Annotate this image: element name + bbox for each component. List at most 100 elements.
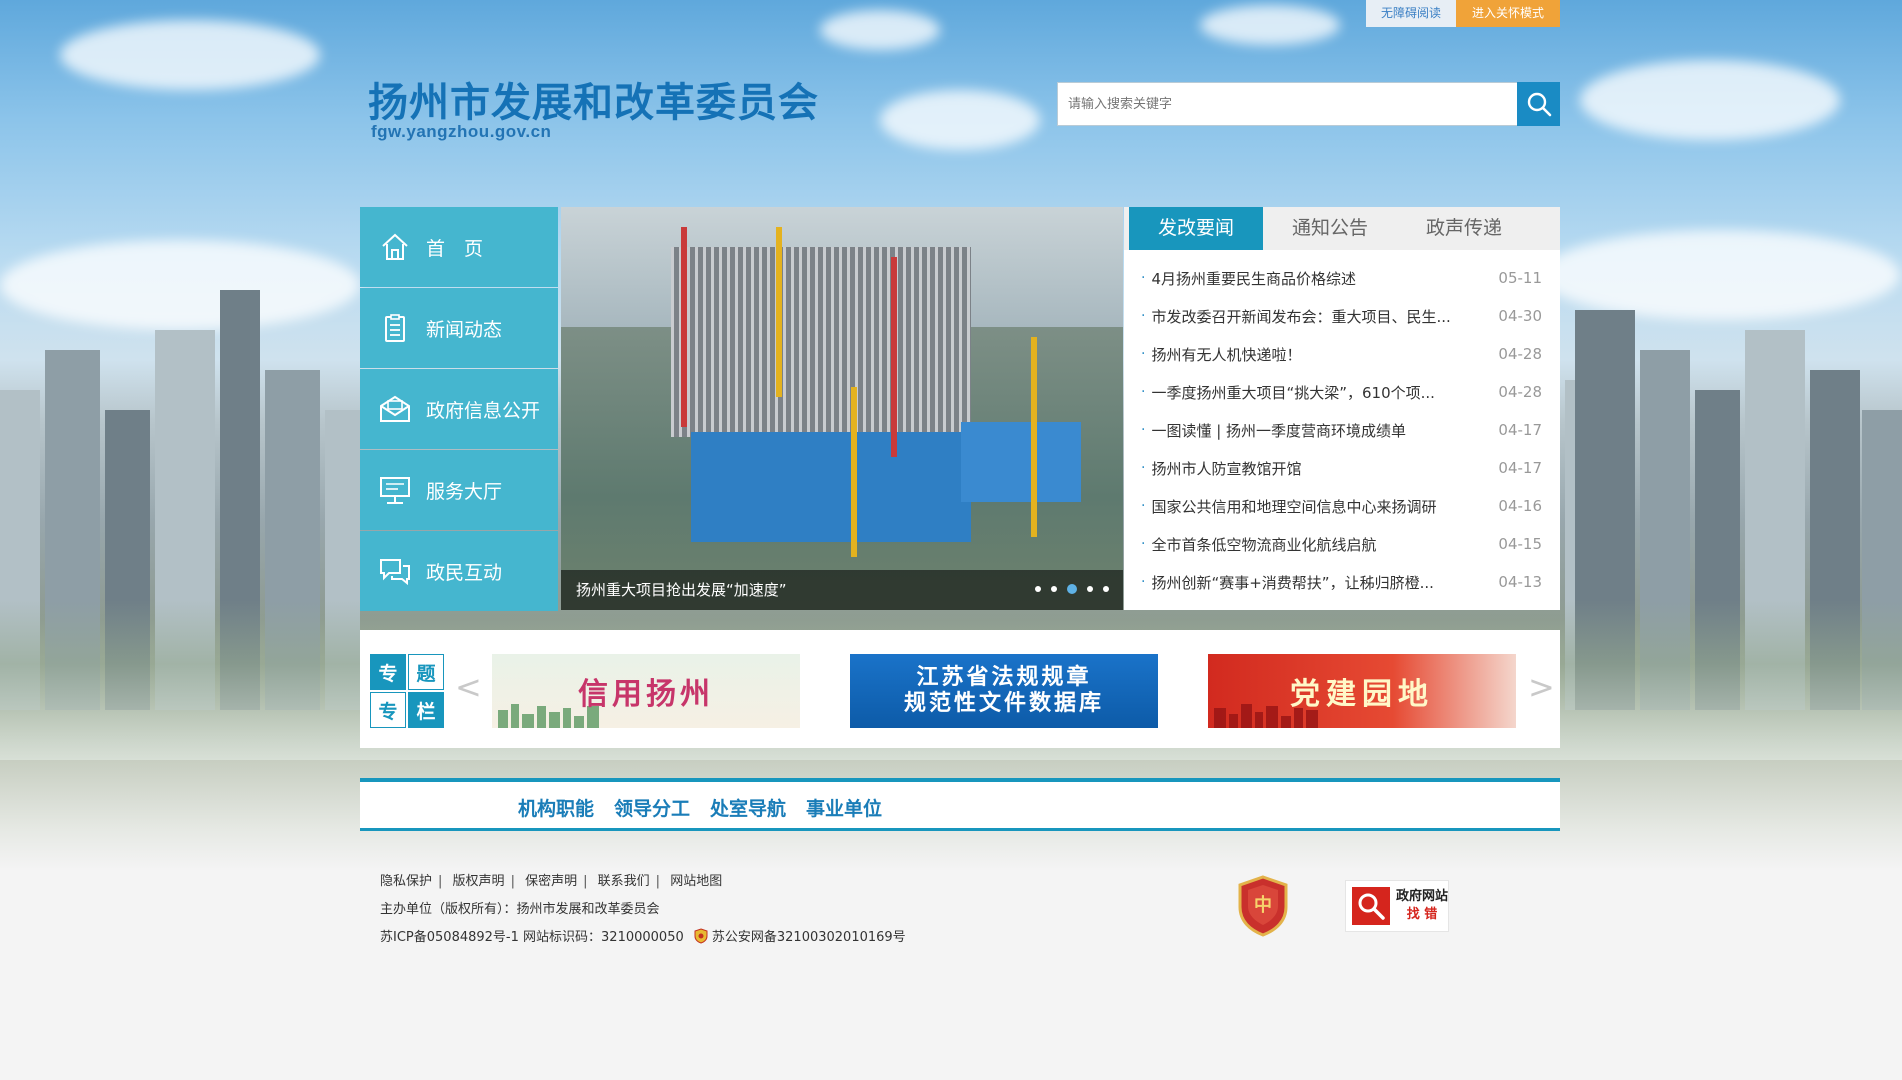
news-list: · 4月扬州重要民生商品价格综述 05-11 · 市发改委召开新闻发布会：重大项目、民… — [1124, 250, 1560, 601]
footer-link-copyright[interactable]: 版权声明 — [453, 874, 505, 889]
banner-party-building[interactable]: 党建园地 — [1208, 654, 1516, 728]
news-title[interactable]: 一季度扬州重大项目“挑大梁”，610个项... — [1151, 382, 1496, 403]
news-date: 04-17 — [1498, 459, 1542, 477]
slider-image-building — [691, 432, 971, 542]
bullet-icon: · — [1141, 422, 1146, 438]
banner-credit-label: 信用扬州 — [578, 677, 714, 712]
news-item[interactable]: · 扬州市人防宣教馆开馆 04-17 — [1141, 449, 1542, 487]
tab-notices[interactable]: 通知公告 — [1263, 207, 1397, 250]
care-mode-button[interactable]: 进入关怀模式 — [1456, 0, 1560, 27]
find-error-badge[interactable]: 政府网站 找 错 — [1345, 880, 1449, 932]
banner-laws-database[interactable]: 江苏省法规规章 规范性文件数据库 — [850, 654, 1158, 728]
footer-sponsor: 主办单位（版权所有）：扬州市发展和改革委员会 — [380, 902, 660, 917]
slider-image-building — [961, 422, 1081, 502]
nav-item-news[interactable]: 新闻动态 — [360, 288, 558, 368]
news-title[interactable]: 一图读懂 | 扬州一季度营商环境成绩单 — [1151, 420, 1496, 441]
accessible-reading-button[interactable]: 无障碍阅读 — [1366, 0, 1456, 27]
news-item[interactable]: · 国家公共信用和地理空间信息中心来扬调研 04-16 — [1141, 487, 1542, 525]
news-slider[interactable]: 扬州重大项目抢出发展“加速度” — [561, 207, 1123, 610]
slider-image-crane — [891, 257, 897, 457]
news-title[interactable]: 扬州有无人机快递啦！ — [1151, 344, 1496, 365]
nav-item-gov-info[interactable]: 政府信息公开 — [360, 369, 558, 449]
news-title[interactable]: 扬州市人防宣教馆开馆 — [1151, 458, 1496, 479]
news-title[interactable]: 扬州创新“赛事+消费帮扶”，让秭归脐橙... — [1151, 572, 1496, 593]
bullet-icon: · — [1141, 270, 1146, 286]
next-arrow-icon[interactable]: > — [1528, 668, 1555, 706]
news-item[interactable]: · 全市首条低空物流商业化航线启航 04-15 — [1141, 525, 1542, 563]
find-error-line1: 政府网站 — [1396, 889, 1449, 904]
cloud — [60, 20, 320, 90]
news-item[interactable]: · 市发改委召开新闻发布会：重大项目、民生... 04-30 — [1141, 297, 1542, 335]
topics-badge-char: 题 — [408, 654, 444, 690]
prev-arrow-icon[interactable]: < — [455, 668, 482, 706]
find-error-line2: 找 错 — [1406, 907, 1438, 922]
search-button[interactable] — [1517, 82, 1560, 126]
home-icon — [378, 230, 412, 264]
link-org-functions[interactable]: 机构职能 — [518, 794, 594, 821]
footer-records: 苏ICP备05084892号-1 网站标识码：3210000050 苏公安网备3… — [380, 924, 906, 952]
slider-image-crane — [681, 227, 687, 427]
news-date: 04-15 — [1498, 535, 1542, 553]
tab-policy-voice[interactable]: 政声传递 — [1397, 207, 1531, 250]
magnifier-icon — [1352, 887, 1390, 925]
nav-item-label: 首 页 — [426, 237, 484, 260]
search-input[interactable] — [1058, 83, 1517, 125]
news-title[interactable]: 4月扬州重要民生商品价格综述 — [1151, 268, 1496, 289]
slider-dot[interactable] — [1035, 586, 1041, 592]
slider-dot[interactable] — [1087, 586, 1093, 592]
separator: | — [583, 874, 588, 889]
bullet-icon: · — [1141, 384, 1146, 400]
banner-laws-line2: 规范性文件数据库 — [903, 691, 1104, 716]
footer-link-contact[interactable]: 联系我们 — [598, 874, 650, 889]
news-title[interactable]: 国家公共信用和地理空间信息中心来扬调研 — [1151, 496, 1496, 517]
news-title[interactable]: 全市首条低空物流商业化航线启航 — [1151, 534, 1496, 555]
slider-dot-active[interactable] — [1067, 584, 1077, 594]
news-title[interactable]: 市发改委召开新闻发布会：重大项目、民生... — [1151, 306, 1496, 327]
footer-link-privacy[interactable]: 隐私保护 — [380, 874, 432, 889]
nav-item-home[interactable]: 首 页 — [360, 207, 558, 287]
news-date: 04-13 — [1498, 573, 1542, 591]
news-item[interactable]: · 4月扬州重要民生商品价格综述 05-11 — [1141, 259, 1542, 297]
link-public-institutions[interactable]: 事业单位 — [806, 794, 882, 821]
news-tabs: 发改要闻 通知公告 政声传递 — [1124, 207, 1560, 250]
find-error-text: 政府网站 找 错 — [1396, 888, 1448, 924]
monitor-icon — [378, 473, 412, 507]
separator: | — [438, 874, 443, 889]
topics-badge: 专 题 专 栏 — [370, 654, 444, 728]
tab-development-news[interactable]: 发改要闻 — [1129, 207, 1263, 250]
news-date: 04-28 — [1498, 383, 1542, 401]
news-date: 04-17 — [1498, 421, 1542, 439]
news-item[interactable]: · 扬州有无人机快递啦！ 04-28 — [1141, 335, 1542, 373]
link-leader-division[interactable]: 领导分工 — [614, 794, 690, 821]
police-record[interactable]: 苏公安网备32100302010169号 — [712, 930, 906, 945]
slider-dot[interactable] — [1103, 586, 1109, 592]
cloud — [1580, 60, 1840, 140]
site-code: 网站标识码：3210000050 — [523, 930, 684, 945]
slider-dot[interactable] — [1051, 586, 1057, 592]
news-item[interactable]: · 一季度扬州重大项目“挑大梁”，610个项... 04-28 — [1141, 373, 1542, 411]
site-title[interactable]: 扬州市发展和改革委员会 — [368, 70, 819, 128]
news-date: 04-16 — [1498, 497, 1542, 515]
quick-links: 机构职能 领导分工 处室导航 事业单位 — [518, 794, 882, 821]
banner-laws-line1: 江苏省法规规章 — [916, 665, 1092, 690]
nav-item-service-hall[interactable]: 服务大厅 — [360, 450, 558, 530]
police-badge-icon — [694, 928, 708, 944]
nav-item-interaction[interactable]: 政民互动 — [360, 531, 558, 611]
bullet-icon: · — [1141, 308, 1146, 324]
search-icon — [1527, 92, 1551, 117]
news-date: 05-11 — [1498, 269, 1542, 287]
site-domain: fgw.yangzhou.gov.cn — [371, 122, 552, 141]
link-department-nav[interactable]: 处室导航 — [710, 794, 786, 821]
envelope-icon — [378, 392, 412, 426]
footer-link-sitemap[interactable]: 网站地图 — [670, 874, 722, 889]
party-government-emblem[interactable]: 中 — [1236, 875, 1290, 937]
news-item[interactable]: · 一图读懂 | 扬州一季度营商环境成绩单 04-17 — [1141, 411, 1542, 449]
news-date: 04-28 — [1498, 345, 1542, 363]
banner-credit-yangzhou[interactable]: 信用扬州 — [492, 654, 800, 728]
icp-record[interactable]: 苏ICP备05084892号-1 — [380, 930, 519, 945]
news-item[interactable]: · 扬州创新“赛事+消费帮扶”，让秭归脐橙... 04-13 — [1141, 563, 1542, 601]
footer-link-confidentiality[interactable]: 保密声明 — [525, 874, 577, 889]
footer: 隐私保护 | 版权声明 | 保密声明 | 联系我们 | 网站地图 主办单位（版权所有）：… — [380, 868, 906, 952]
cloud — [880, 90, 1040, 150]
cloud — [1540, 230, 1900, 320]
